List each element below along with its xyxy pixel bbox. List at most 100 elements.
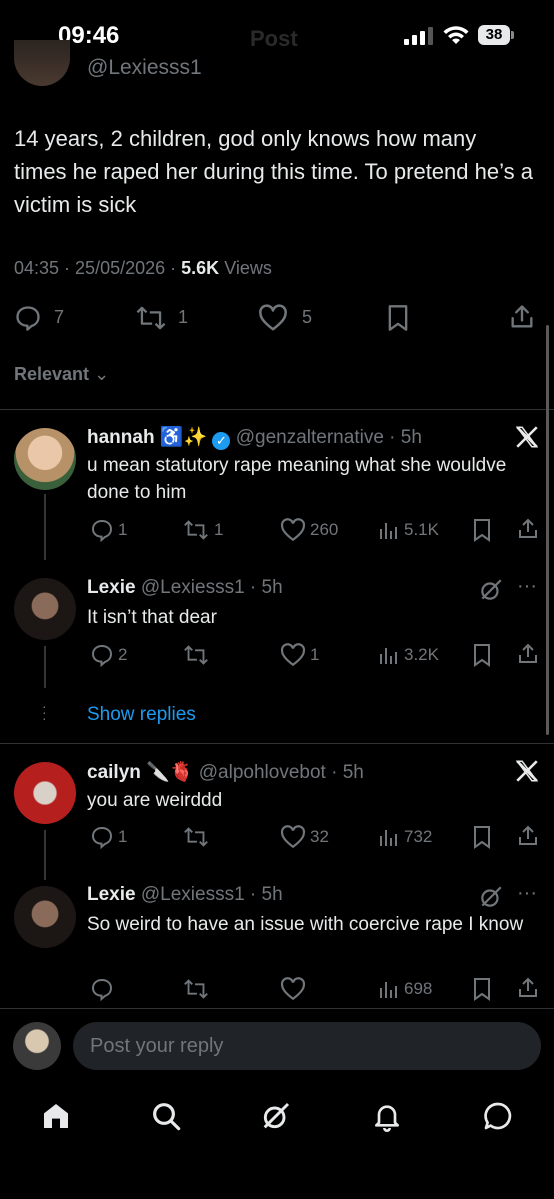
reply-author-name[interactable]: hannah [87, 427, 155, 448]
reply-count: 2 [118, 645, 128, 664]
reply-icon [91, 644, 113, 667]
bookmark-button[interactable] [386, 304, 410, 332]
views-count: 3.2K [404, 645, 439, 664]
repost-button[interactable] [182, 977, 210, 1001]
heart-icon [259, 304, 287, 331]
scrollbar[interactable] [546, 325, 549, 735]
views-icon[interactable] [378, 826, 400, 848]
like-button[interactable] [258, 304, 288, 332]
reply-age: 5h [261, 884, 283, 905]
reply-author-name[interactable]: Lexie [87, 884, 136, 905]
like-button[interactable] [280, 977, 306, 1001]
reply-handle[interactable]: @alpohlovebot [199, 762, 326, 783]
share-button[interactable] [516, 824, 540, 848]
more-options-icon[interactable]: ··· [517, 882, 537, 905]
repost-button[interactable] [182, 518, 210, 542]
sort-dropdown[interactable]: Relevant ⌄ [14, 364, 109, 385]
reply-count: 1 [118, 520, 128, 539]
tweet-date: 25/05/2026 [75, 258, 166, 278]
views-icon[interactable] [378, 978, 400, 1000]
reply-header: hannah ♿✨ ✓ @genzalternative · 5h [87, 427, 422, 450]
bookmark-button[interactable] [472, 825, 492, 849]
views-icon[interactable] [378, 644, 400, 666]
bookmark-button[interactable] [472, 643, 492, 667]
bookmark-icon [474, 978, 490, 1001]
reply-icon [16, 306, 40, 331]
reply-handle[interactable]: @Lexiesss1 [141, 577, 245, 598]
repost-icon [184, 827, 208, 847]
author-handle[interactable]: @Lexiesss1 [87, 56, 202, 80]
reply-text: you are weirddd [87, 790, 223, 811]
repost-button[interactable] [134, 304, 168, 332]
x-logo-icon[interactable] [514, 758, 540, 784]
grok-icon[interactable] [260, 1100, 292, 1132]
signal-icon [404, 27, 434, 45]
reply-handle[interactable]: @Lexiesss1 [141, 884, 245, 905]
like-count: 1 [310, 645, 320, 664]
divider [0, 743, 554, 744]
like-button[interactable] [280, 643, 306, 667]
share-icon [519, 643, 537, 663]
ghost-page-title: Post [250, 26, 298, 51]
home-icon[interactable] [40, 1100, 72, 1132]
verified-badge-icon: ✓ [212, 432, 231, 450]
bookmark-button[interactable] [472, 518, 492, 542]
like-count: 32 [310, 827, 329, 846]
more-options-icon[interactable]: ··· [517, 575, 537, 598]
lexie-avatar[interactable] [14, 886, 76, 948]
reply-author-name[interactable]: cailyn [87, 762, 141, 783]
grok-icon[interactable] [478, 884, 504, 910]
share-button[interactable] [508, 303, 536, 331]
hannah-avatar[interactable] [14, 428, 76, 490]
reply-header: Lexie @Lexiesss1 · 5h [87, 884, 283, 905]
heart-icon [280, 518, 306, 542]
battery-tip [511, 31, 514, 39]
reply-button[interactable] [14, 304, 42, 332]
repost-icon [184, 520, 208, 540]
share-icon [519, 977, 537, 997]
divider [0, 1008, 554, 1009]
like-button[interactable] [280, 518, 306, 542]
lexie-avatar[interactable] [14, 578, 76, 640]
reply-header: Lexie @Lexiesss1 · 5h [87, 577, 283, 598]
reply-count: 1 [118, 827, 128, 846]
thread-line [44, 830, 46, 880]
like-button[interactable] [280, 825, 306, 849]
repost-button[interactable] [182, 643, 210, 667]
reply-button[interactable] [90, 643, 114, 667]
reply-button[interactable] [90, 825, 114, 849]
repost-button[interactable] [182, 825, 210, 849]
bookmark-icon [474, 826, 490, 849]
heart-icon [280, 825, 306, 849]
like-count: 260 [310, 520, 339, 539]
author-avatar[interactable] [14, 40, 70, 86]
reply-input[interactable]: Post your reply [73, 1022, 541, 1070]
views-count: 5.6K [181, 258, 220, 278]
views-count: 732 [404, 827, 433, 846]
reply-button[interactable] [90, 977, 114, 1001]
share-button[interactable] [516, 517, 540, 541]
show-replies-link[interactable]: Show replies [87, 704, 196, 726]
share-button[interactable] [516, 642, 540, 666]
grok-icon[interactable] [478, 577, 504, 603]
chevron-down-icon: ⌄ [94, 364, 110, 384]
share-button[interactable] [516, 976, 540, 1000]
sort-label: Relevant [14, 364, 90, 384]
like-count: 5 [302, 307, 313, 327]
reply-button[interactable] [90, 518, 114, 542]
repost-count: 1 [178, 307, 189, 327]
reply-handle[interactable]: @genzalternative [236, 427, 384, 448]
notifications-bell-icon[interactable] [371, 1100, 403, 1132]
my-avatar[interactable] [13, 1022, 61, 1070]
bookmark-button[interactable] [472, 977, 492, 1001]
cailyn-avatar[interactable] [14, 762, 76, 824]
reply-header: cailyn 🔪🫀 @alpohlovebot · 5h [87, 762, 364, 783]
repost-count: 1 [214, 520, 224, 539]
x-logo-icon[interactable] [514, 424, 540, 450]
reply-author-name[interactable]: Lexie [87, 577, 136, 598]
views-icon[interactable] [378, 519, 400, 541]
tweet-time: 04:35 [14, 258, 60, 278]
search-icon[interactable] [150, 1100, 182, 1132]
messages-icon[interactable] [482, 1100, 514, 1132]
reply-count: 7 [54, 307, 65, 327]
